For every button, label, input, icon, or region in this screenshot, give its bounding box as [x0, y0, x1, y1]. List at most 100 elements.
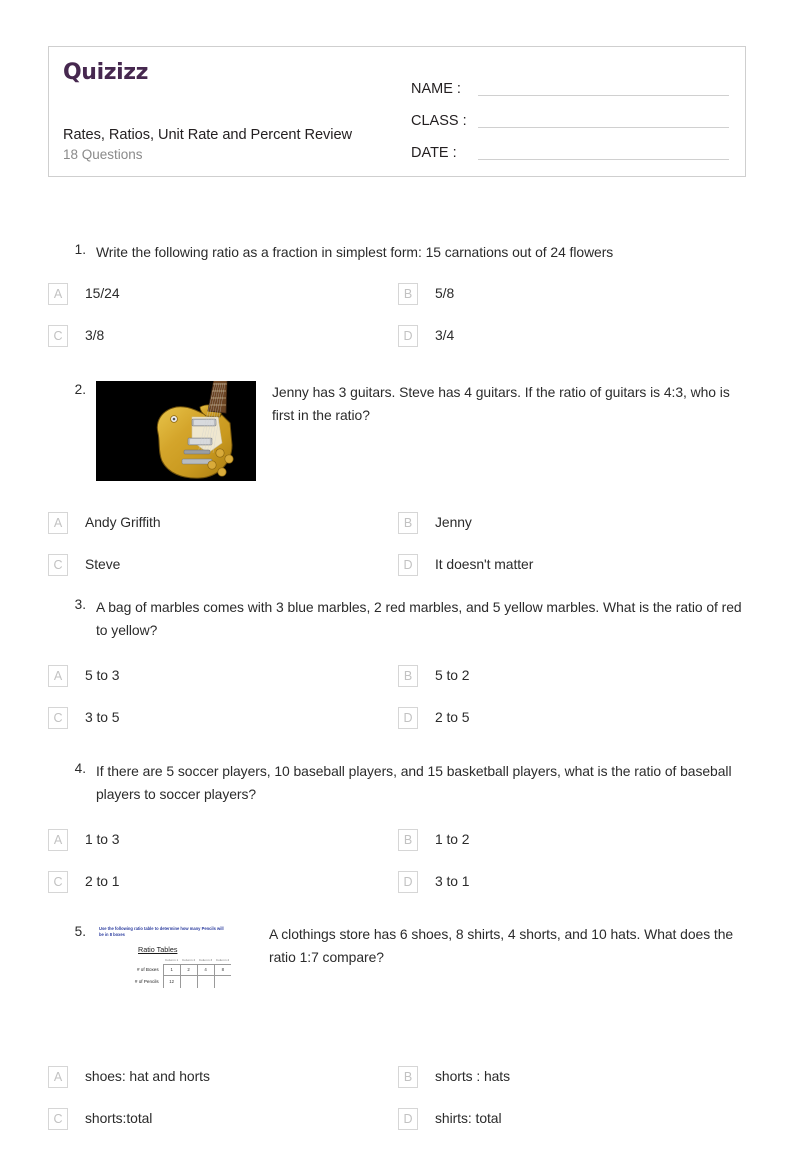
question-2-number: 2.: [74, 382, 86, 397]
ratio-table-cell: [196, 975, 215, 988]
option-letter-d: D: [398, 554, 418, 576]
option-d[interactable]: D 3 to 1: [398, 870, 748, 912]
ratio-table-cell: 4: [196, 963, 215, 976]
ratio-table-cell: 12: [162, 975, 181, 988]
option-row: A 5 to 3 B 5 to 2: [48, 664, 748, 706]
ratio-table-corner: [123, 956, 163, 964]
option-letter-d: D: [398, 1108, 418, 1130]
option-letter-d: D: [398, 324, 418, 347]
ratio-table-col-header: Column 3: [198, 957, 213, 962]
name-label: NAME :: [411, 80, 461, 97]
option-c[interactable]: C Steve: [48, 553, 398, 595]
option-text-b: 1 to 2: [435, 830, 470, 847]
option-letter-b: B: [398, 512, 418, 534]
question-2-head: 2. Jenny has 3 guitars. Steve has 4 guit…: [48, 381, 748, 481]
option-c[interactable]: C 2 to 1: [48, 870, 398, 912]
option-text-d: shirts: total: [435, 1110, 502, 1126]
option-row: C 2 to 1 D 3 to 1: [48, 870, 748, 912]
option-d[interactable]: D 2 to 5: [398, 706, 748, 748]
option-row: A 1 to 3 B 1 to 2: [48, 828, 748, 870]
option-c[interactable]: C shorts:total: [48, 1107, 398, 1149]
option-text-c: shorts:total: [85, 1110, 153, 1126]
option-letter-a: A: [48, 1066, 68, 1088]
option-d[interactable]: D 3/4: [398, 324, 748, 366]
ratio-table-row: # of Pencils 12: [123, 975, 231, 988]
ratio-table-title: Ratio Tables: [138, 945, 178, 954]
class-field-row: CLASS :: [411, 99, 741, 131]
option-a[interactable]: A Andy Griffith: [48, 511, 398, 553]
option-letter-a: A: [48, 512, 68, 534]
option-b[interactable]: B Jenny: [398, 511, 748, 553]
option-text-c: 3 to 5: [85, 708, 120, 725]
class-input-line[interactable]: [478, 127, 729, 128]
quizizz-logo: Quizizz: [63, 60, 149, 85]
ratio-table-cell: [213, 975, 231, 988]
question-4-body: If there are 5 soccer players, 10 baseba…: [96, 760, 748, 806]
option-a[interactable]: A 1 to 3: [48, 828, 398, 870]
class-label: CLASS :: [411, 112, 467, 129]
question-4-options: A 1 to 3 B 1 to 2 C 2 to 1 D 3 to 1: [48, 828, 748, 912]
option-row: C shorts:total D shirts: total: [48, 1107, 748, 1149]
option-letter-c: C: [48, 1108, 68, 1130]
question-5-body: Use the following ratio table to determi…: [96, 923, 748, 1001]
guitar-illustration: [96, 381, 256, 481]
ratio-table-cell: 1: [162, 963, 181, 976]
name-field-row: NAME :: [411, 67, 741, 99]
option-d[interactable]: D It doesn't matter: [398, 553, 748, 595]
option-a[interactable]: A 15/24: [48, 282, 398, 324]
option-c[interactable]: C 3 to 5: [48, 706, 398, 748]
question-4-text: If there are 5 soccer players, 10 baseba…: [96, 763, 732, 802]
option-row: A shoes: hat and horts B shorts : hats: [48, 1065, 748, 1107]
ratio-table-cell: 2: [179, 963, 198, 976]
ratio-table-row-label: # of Boxes: [136, 967, 159, 972]
option-row: C 3 to 5 D 2 to 5: [48, 706, 748, 748]
question-1-number: 1.: [74, 242, 86, 257]
question-5-options: A shoes: hat and horts B shorts : hats C…: [48, 1065, 748, 1149]
name-input-line[interactable]: [478, 95, 729, 96]
question-3-body: A bag of marbles comes with 3 blue marbl…: [96, 596, 748, 642]
option-letter-c: C: [48, 706, 68, 729]
option-text-b: shorts : hats: [435, 1068, 511, 1084]
student-info-fields: NAME : CLASS : DATE :: [411, 67, 741, 163]
option-letter-d: D: [398, 706, 418, 729]
ratio-table-row-label: # of Pencils: [134, 979, 159, 984]
date-field-row: DATE :: [411, 131, 741, 163]
option-letter-b: B: [398, 1066, 418, 1088]
option-text-a: 1 to 3: [85, 830, 120, 847]
option-row: A 15/24 B 5/8: [48, 282, 748, 324]
option-text-b: Jenny: [435, 514, 472, 530]
ratio-table-graphic: Use the following ratio table to determi…: [96, 923, 231, 1001]
option-text-a: Andy Griffith: [85, 514, 161, 530]
option-letter-b: B: [398, 828, 418, 851]
option-b[interactable]: B shorts : hats: [398, 1065, 748, 1107]
question-1-options: A 15/24 B 5/8 C 3/8 D 3/4: [48, 282, 748, 366]
ratio-table-col-header: Column 2: [181, 957, 196, 962]
option-d[interactable]: D shirts: total: [398, 1107, 748, 1149]
option-text-a: 5 to 3: [85, 666, 120, 683]
question-5-text: A clothings store has 6 shoes, 8 shirts,…: [269, 926, 734, 965]
option-text-a: 15/24: [85, 284, 120, 301]
option-letter-a: A: [48, 282, 68, 305]
question-count: 18 Questions: [63, 147, 143, 162]
option-row: C Steve D It doesn't matter: [48, 553, 748, 595]
question-2-image: [96, 381, 256, 481]
option-c[interactable]: C 3/8: [48, 324, 398, 366]
option-a[interactable]: A shoes: hat and horts: [48, 1065, 398, 1107]
ratio-table-cell: 8: [213, 963, 231, 976]
question-3-number: 3.: [74, 597, 86, 612]
date-input-line[interactable]: [478, 159, 729, 160]
option-text-b: 5 to 2: [435, 666, 470, 683]
option-b[interactable]: B 5 to 2: [398, 664, 748, 706]
option-b[interactable]: B 1 to 2: [398, 828, 748, 870]
worksheet-header: Quizizz Rates, Ratios, Unit Rate and Per…: [48, 46, 746, 177]
question-5-image: Use the following ratio table to determi…: [96, 923, 231, 1001]
option-letter-d: D: [398, 870, 418, 893]
option-text-d: It doesn't matter: [435, 556, 534, 572]
option-text-a: shoes: hat and horts: [85, 1068, 210, 1084]
option-text-d: 3 to 1: [435, 872, 470, 889]
option-a[interactable]: A 5 to 3: [48, 664, 398, 706]
ratio-table-caption: Use the following ratio table to determi…: [99, 926, 224, 938]
guitar-photo: [96, 381, 256, 481]
question-5-head: 5. Use the following ratio table to dete…: [48, 923, 748, 1001]
option-b[interactable]: B 5/8: [398, 282, 748, 324]
